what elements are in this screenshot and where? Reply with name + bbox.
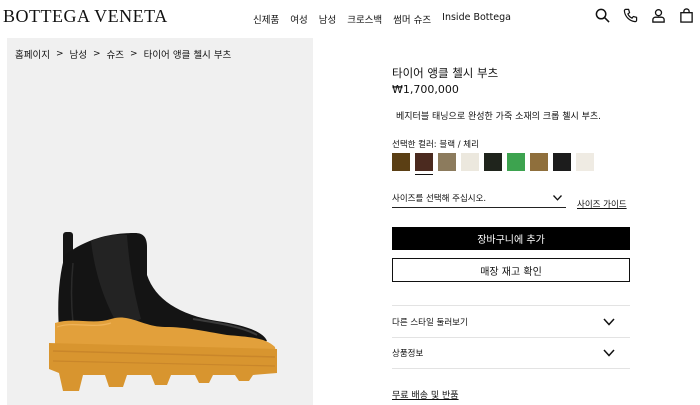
breadcrumb-men[interactable]: 남성 (70, 47, 87, 61)
product-price: ₩1,700,000 (392, 83, 459, 96)
breadcrumb-separator: > (93, 49, 101, 59)
color-swatch[interactable] (392, 153, 410, 171)
account-icon[interactable] (651, 8, 666, 23)
chevron-down-icon (603, 349, 615, 357)
accordion-label: 상품정보 (392, 349, 424, 359)
chevron-down-icon (553, 194, 562, 204)
nav-item-summer-shoes[interactable]: 썸머 슈즈 (393, 12, 431, 26)
nav-item-men[interactable]: 남성 (319, 12, 336, 26)
breadcrumb-separator: > (130, 49, 138, 59)
color-swatch[interactable] (507, 153, 525, 171)
color-swatch[interactable] (461, 153, 479, 171)
size-select-placeholder: 사이즈를 선택해 주십시오. (392, 194, 487, 204)
product-name: 타이어 앵클 첼시 부츠 (392, 66, 499, 80)
color-swatch[interactable] (484, 153, 502, 171)
chevron-down-icon (603, 317, 615, 326)
color-swatches (392, 153, 594, 175)
accordion-other-styles[interactable]: 다른 스타일 둘러보기 (392, 305, 630, 337)
color-swatch[interactable] (530, 153, 548, 171)
accordion-product-info[interactable]: 상품정보 (392, 337, 630, 369)
color-swatch[interactable] (438, 153, 456, 171)
breadcrumb-separator: > (55, 49, 64, 59)
breadcrumb-current: 타이어 앵클 첼시 부츠 (143, 50, 232, 61)
phone-icon[interactable] (623, 8, 638, 23)
brand-logo[interactable]: BOTTEGA VENETA (3, 6, 168, 27)
site-header: BOTTEGA VENETA 신제품 여성 남성 크로스백 썸머 슈즈 Insi… (0, 0, 700, 38)
main-nav: 신제품 여성 남성 크로스백 썸머 슈즈 Inside Bottega (253, 12, 511, 26)
nav-item-new[interactable]: 신제품 (253, 12, 279, 26)
free-shipping-returns-link[interactable]: 무료 배송 및 반품 (392, 388, 459, 401)
accordion-label: 다른 스타일 둘러보기 (392, 317, 468, 328)
size-select[interactable]: 사이즈를 선택해 주십시오. (392, 192, 566, 208)
color-swatch[interactable] (553, 153, 571, 171)
add-to-cart-button[interactable]: 장바구니에 추가 (392, 227, 630, 250)
bag-icon[interactable] (679, 8, 694, 23)
size-guide-link[interactable]: 사이즈 가이드 (577, 198, 627, 210)
breadcrumb-shoes[interactable]: 슈즈 (107, 47, 124, 61)
breadcrumb-home[interactable]: 홈페이지 (15, 47, 50, 61)
search-icon[interactable] (595, 8, 610, 23)
nav-item-crossbody[interactable]: 크로스백 (347, 12, 382, 26)
header-icons (595, 8, 694, 23)
nav-item-women[interactable]: 여성 (290, 12, 307, 26)
color-swatch[interactable] (415, 153, 433, 175)
product-image[interactable] (43, 223, 279, 398)
nav-item-inside-bottega[interactable]: Inside Bottega (442, 12, 511, 26)
product-description: 베지터블 태닝으로 완성한 가죽 소재의 크롭 첼시 부츠. (396, 112, 602, 122)
check-store-stock-button[interactable]: 매장 재고 확인 (392, 258, 630, 282)
selected-color-label: 선택한 컬러: 블랙 / 체리 (392, 140, 479, 150)
color-swatch[interactable] (576, 153, 594, 171)
product-image-panel: 홈페이지 > 남성 > 슈즈 > 타이어 앵클 첼시 부츠 (7, 38, 313, 405)
breadcrumb: 홈페이지 > 남성 > 슈즈 > 타이어 앵클 첼시 부츠 (15, 47, 231, 61)
